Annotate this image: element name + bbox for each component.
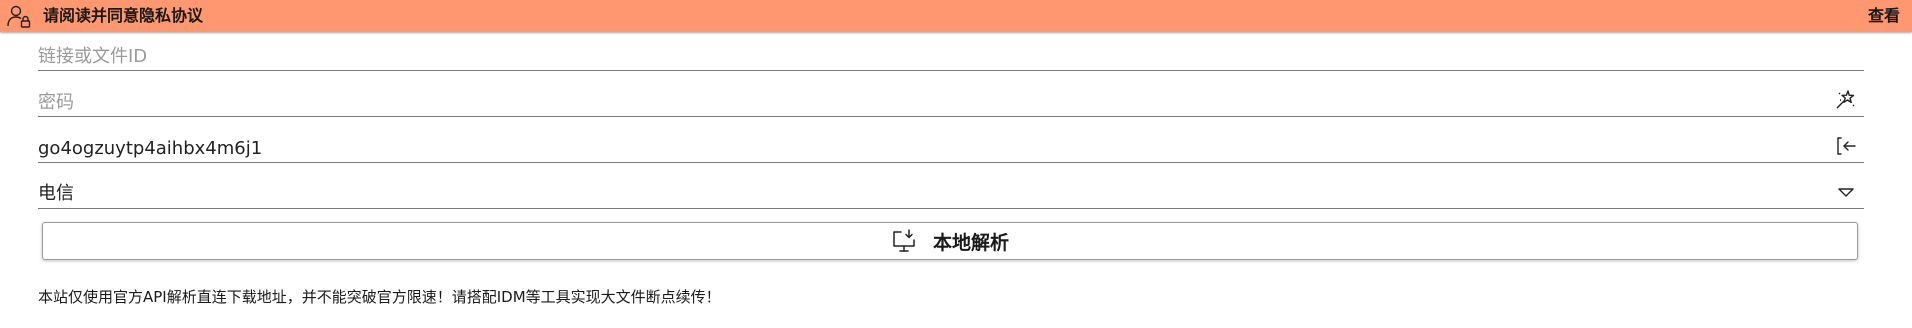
sign-in-icon[interactable]: [1834, 134, 1858, 158]
token-input[interactable]: [38, 138, 1798, 159]
view-privacy-link[interactable]: 查看: [1868, 0, 1900, 32]
chevron-down-icon[interactable]: [1834, 180, 1858, 204]
monitor-download-icon: [891, 228, 917, 254]
banner-title: 请阅读并同意隐私协议: [43, 6, 204, 25]
local-parse-button[interactable]: 本地解析: [42, 222, 1858, 260]
person-lock-icon: [6, 3, 32, 29]
token-field-wrapper: [38, 126, 1864, 163]
link-field-wrapper: [38, 34, 1864, 71]
carrier-selected-value: 电信: [38, 183, 74, 204]
local-parse-label: 本地解析: [932, 231, 1009, 254]
password-input[interactable]: [38, 92, 1798, 113]
link-input[interactable]: [38, 46, 1798, 67]
magic-wand-icon[interactable]: [1834, 88, 1858, 112]
carrier-select[interactable]: 电信: [38, 172, 1864, 209]
password-field-wrapper: [38, 80, 1864, 117]
speed-limit-notice: 本站仅使用官方API解析直连下载地址，并不能突破官方限速！请搭配IDM等工具实现…: [38, 288, 721, 306]
privacy-banner: 请阅读并同意隐私协议 查看: [0, 0, 1912, 32]
